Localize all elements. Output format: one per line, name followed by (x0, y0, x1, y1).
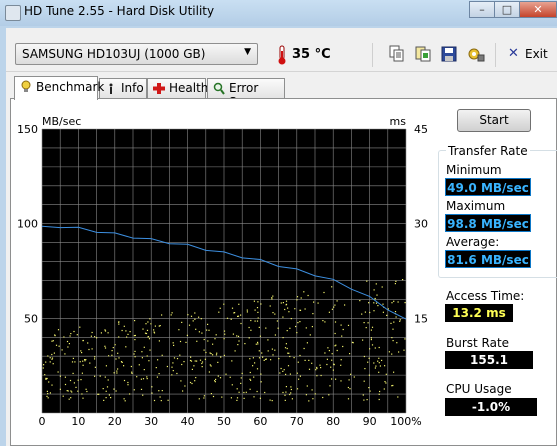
exit-button[interactable]: Exit (525, 47, 548, 61)
average-label: Average: (446, 235, 500, 249)
minimum-label: Minimum (446, 163, 502, 177)
toolbar-divider (495, 43, 496, 67)
copy-screen-icon[interactable] (414, 45, 432, 63)
tab-label: Info (121, 81, 144, 95)
tab-label: Health (169, 81, 209, 95)
drive-select[interactable]: SAMSUNG HD103UJ (1000 GB) ▼ (15, 43, 258, 65)
cpu-usage-label: CPU Usage (446, 382, 512, 396)
tab-health[interactable]: Health (147, 78, 209, 98)
app-icon (5, 5, 21, 21)
options-icon[interactable] (467, 45, 485, 63)
copy-info-icon[interactable] (388, 45, 406, 63)
thermometer-icon (278, 45, 286, 65)
drive-select-value: SAMSUNG HD103UJ (1000 GB) (22, 47, 206, 61)
exit-icon[interactable]: ✕ (508, 46, 519, 61)
title-bar: HD Tune 2.55 - Hard Disk Utility – □ ✕ (0, 0, 557, 26)
save-icon[interactable] (440, 45, 458, 63)
temperature-readout: 35 °C (292, 47, 331, 62)
error-scan-icon (213, 82, 225, 95)
tab-label: Benchmark (36, 80, 105, 94)
cpu-usage-value: -1.0% (445, 398, 537, 416)
toolbar-separator (6, 71, 557, 72)
access-time-label: Access Time: (446, 289, 525, 303)
start-button[interactable]: Start (457, 109, 531, 132)
health-icon (153, 83, 165, 94)
tab-benchmark[interactable]: Benchmark (14, 76, 104, 100)
tab-info[interactable]: Info (99, 78, 147, 98)
maximum-label: Maximum (446, 199, 506, 213)
close-button[interactable]: ✕ (519, 1, 557, 18)
window-title: HD Tune 2.55 - Hard Disk Utility (24, 4, 215, 18)
average-value: 81.6 MB/sec (445, 250, 531, 268)
minimum-value: 49.0 MB/sec (445, 178, 531, 196)
minimize-button[interactable]: – (469, 1, 495, 18)
tab-error-scan[interactable]: Error Scan (207, 78, 285, 109)
info-icon (109, 83, 113, 94)
toolbar-divider (372, 43, 373, 67)
chevron-down-icon: ▼ (244, 47, 251, 57)
burst-rate-label: Burst Rate (446, 336, 510, 350)
burst-rate-value: 155.1 MB/sec (445, 351, 533, 385)
benchmark-icon (21, 80, 31, 92)
access-time-value: 13.2 ms (445, 304, 513, 322)
maximize-button[interactable]: □ (494, 1, 520, 18)
maximum-value: 98.8 MB/sec (445, 214, 531, 232)
transfer-rate-title: Transfer Rate (446, 144, 530, 158)
